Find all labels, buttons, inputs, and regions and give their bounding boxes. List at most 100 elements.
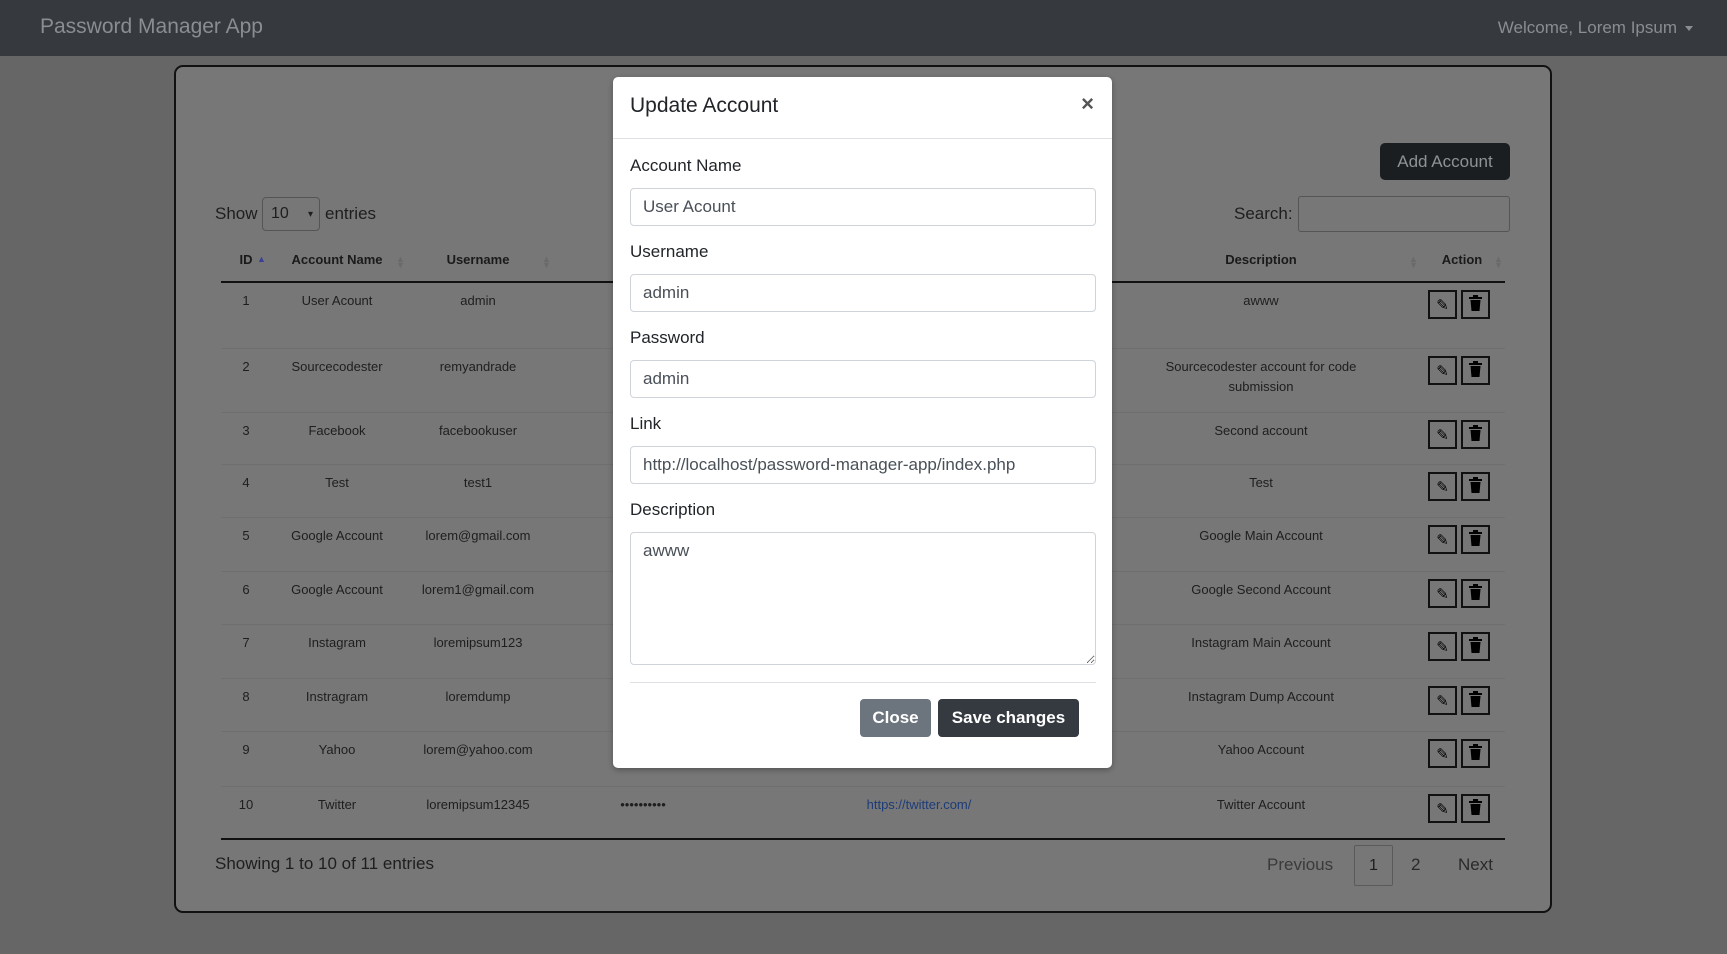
cell-description: Google Second Account	[1191, 582, 1331, 597]
username-input[interactable]	[630, 274, 1096, 312]
column-header-action[interactable]: Action	[1427, 252, 1497, 267]
add-account-button[interactable]: Add Account	[1380, 143, 1510, 180]
sort-icon[interactable]: ▲ ▼	[1494, 255, 1503, 270]
trash-icon	[1469, 583, 1482, 604]
cell-username: remyandrade	[439, 359, 517, 374]
cell-account: Yahoo	[318, 742, 356, 757]
update-account-modal: Update Account × Account Name Username P…	[613, 77, 1112, 768]
trash-icon	[1469, 636, 1482, 657]
entries-select[interactable]: 10 ▾	[262, 197, 320, 231]
edit-button[interactable]: ✎	[1428, 739, 1457, 768]
cell-password: ••••••••••	[620, 797, 666, 812]
sort-icon[interactable]: ▲ ▼	[396, 255, 405, 270]
page-2-button[interactable]: 2	[1411, 855, 1420, 875]
edit-button[interactable]: ✎	[1428, 356, 1457, 385]
cell-account: User Acount	[301, 293, 373, 308]
cell-description: Sourcecodester account for code submissi…	[1165, 359, 1357, 394]
cell-username: loremipsum123	[433, 635, 523, 650]
cell-account: Google Account	[291, 582, 383, 597]
cell-account: Sourcecodester	[291, 359, 383, 374]
account-name-input[interactable]	[630, 188, 1096, 226]
cell-link[interactable]: https://twitter.com/	[769, 795, 1069, 815]
caret-down-icon[interactable]	[1685, 26, 1693, 31]
cell-username: lorem@gmail.com	[425, 528, 531, 543]
link-input[interactable]	[630, 446, 1096, 484]
edit-button[interactable]: ✎	[1428, 290, 1457, 319]
row-divider	[221, 786, 1505, 787]
edit-button[interactable]: ✎	[1428, 686, 1457, 715]
delete-button[interactable]	[1461, 739, 1490, 768]
search-input[interactable]	[1298, 196, 1510, 232]
show-label: Show	[215, 204, 258, 223]
modal-divider	[630, 682, 1096, 683]
modal-header: Update Account ×	[613, 77, 1112, 139]
description-textarea[interactable]: awww	[630, 532, 1096, 665]
cell-description: awww	[1243, 293, 1279, 308]
password-input[interactable]	[630, 360, 1096, 398]
trash-icon	[1469, 798, 1482, 819]
delete-button[interactable]	[1461, 632, 1490, 661]
column-header-account-name[interactable]: Account Name	[262, 252, 412, 267]
delete-button[interactable]	[1461, 472, 1490, 501]
delete-button[interactable]	[1461, 356, 1490, 385]
close-icon[interactable]: ×	[1081, 91, 1094, 117]
delete-button[interactable]	[1461, 579, 1490, 608]
pencil-icon: ✎	[1436, 362, 1449, 380]
entries-value: 10	[271, 205, 289, 222]
pencil-icon: ✎	[1436, 531, 1449, 549]
column-header-username[interactable]: Username	[403, 252, 553, 267]
delete-button[interactable]	[1461, 525, 1490, 554]
cell-username: loremipsum12345	[426, 797, 530, 812]
cell-account: Google Account	[291, 528, 383, 543]
chevron-down-icon: ▾	[307, 208, 313, 220]
cell-description: Test	[1249, 475, 1273, 490]
previous-button[interactable]: Previous	[1267, 855, 1333, 875]
trash-icon	[1469, 424, 1482, 445]
password-label: Password	[630, 328, 705, 347]
edit-button[interactable]: ✎	[1428, 794, 1457, 823]
cell-username: lorem1@gmail.com	[421, 582, 535, 597]
pencil-icon: ✎	[1436, 478, 1449, 496]
cell-account: Instragram	[305, 689, 369, 704]
trash-icon	[1469, 360, 1482, 381]
pencil-icon: ✎	[1436, 800, 1449, 818]
app-title[interactable]: Password Manager App	[40, 15, 263, 39]
close-button[interactable]: Close	[860, 699, 931, 737]
cell-description: Google Main Account	[1199, 528, 1323, 543]
description-label: Description	[630, 500, 716, 519]
table-bottom-border	[221, 838, 1505, 840]
trash-icon	[1469, 294, 1482, 315]
delete-button[interactable]	[1461, 794, 1490, 823]
search-label: Search:	[1234, 204, 1293, 223]
save-changes-button[interactable]: Save changes	[938, 699, 1079, 737]
edit-button[interactable]: ✎	[1428, 632, 1457, 661]
cell-description: Yahoo Account	[1217, 742, 1305, 757]
cell-description: Twitter Account	[1216, 797, 1306, 812]
cell-username: lorem@yahoo.com	[423, 742, 533, 757]
page-1-button[interactable]: 1	[1354, 845, 1393, 886]
user-menu[interactable]: Welcome, Lorem Ipsum	[1498, 18, 1677, 38]
sort-asc-icon[interactable]: ▲	[257, 255, 266, 264]
link-label: Link	[630, 414, 662, 433]
account-name-label: Account Name	[630, 156, 742, 175]
edit-button[interactable]: ✎	[1428, 525, 1457, 554]
edit-button[interactable]: ✎	[1428, 472, 1457, 501]
pencil-icon: ✎	[1436, 426, 1449, 444]
sort-icon[interactable]: ▲ ▼	[542, 255, 551, 270]
edit-button[interactable]: ✎	[1428, 579, 1457, 608]
cell-username: test1	[463, 475, 493, 490]
cell-username: admin	[460, 293, 496, 308]
delete-button[interactable]	[1461, 420, 1490, 449]
sort-icon[interactable]: ▲ ▼	[1409, 255, 1418, 270]
delete-button[interactable]	[1461, 290, 1490, 319]
navbar: Password Manager App Welcome, Lorem Ipsu…	[0, 0, 1727, 56]
cell-description: Second account	[1214, 423, 1308, 438]
edit-button[interactable]: ✎	[1428, 420, 1457, 449]
next-button[interactable]: Next	[1458, 855, 1493, 875]
pencil-icon: ✎	[1436, 585, 1449, 603]
trash-icon	[1469, 743, 1482, 764]
column-header-description[interactable]: Description	[1141, 252, 1381, 267]
delete-button[interactable]	[1461, 686, 1490, 715]
cell-account: Test	[325, 475, 349, 490]
username-label: Username	[630, 242, 709, 261]
